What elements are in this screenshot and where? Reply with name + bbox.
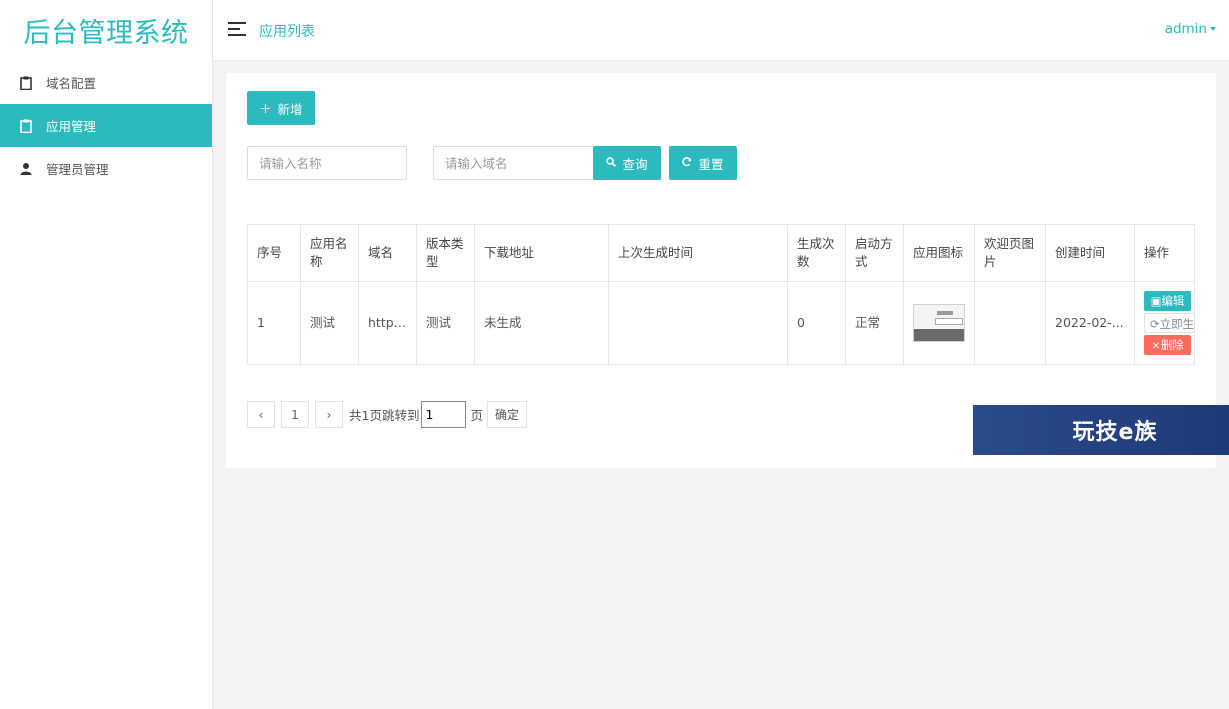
column-header: 应用名称 bbox=[300, 224, 359, 282]
column-header: 序号 bbox=[247, 224, 301, 282]
delete-button[interactable]: ×删除 bbox=[1144, 335, 1191, 355]
generate-button-label: 立即生 bbox=[1159, 317, 1195, 331]
column-header: 应用图标 bbox=[903, 224, 975, 282]
sidebar-item-label: 应用管理 bbox=[46, 119, 97, 134]
search-icon bbox=[606, 156, 617, 170]
cell-last-generated bbox=[608, 281, 788, 365]
reset-button[interactable]: 重置 bbox=[669, 146, 737, 180]
app-icon-thumbnail[interactable] bbox=[913, 304, 965, 342]
column-header: 操作 bbox=[1134, 224, 1195, 282]
caret-down-icon bbox=[1210, 27, 1216, 31]
cell-download: 未生成 bbox=[474, 281, 609, 365]
domain-search-input[interactable] bbox=[433, 146, 593, 180]
cell-welcome bbox=[974, 281, 1046, 365]
jump-confirm-button[interactable]: 确定 bbox=[486, 401, 527, 428]
watermark-logo: 玩技e族 bbox=[973, 405, 1229, 455]
cell-name: 测试 bbox=[300, 281, 359, 365]
name-search-input[interactable] bbox=[247, 146, 407, 180]
pagination-summary: 共1页跳转到 bbox=[349, 408, 420, 423]
close-icon: × bbox=[1151, 338, 1161, 352]
cell-app-icon bbox=[903, 281, 975, 365]
refresh-icon: ⟳ bbox=[1150, 317, 1160, 331]
sidebar-item-admin-management[interactable]: 管理员管理 bbox=[0, 147, 212, 190]
plus-icon: ＋ bbox=[259, 101, 272, 116]
column-header: 欢迎页图片 bbox=[974, 224, 1046, 282]
search-button[interactable]: 查询 bbox=[593, 146, 661, 180]
cell-domain: http:... bbox=[358, 281, 417, 365]
column-header: 启动方式 bbox=[845, 224, 904, 282]
user-menu[interactable]: admin bbox=[1165, 21, 1216, 37]
generate-now-button[interactable]: ⟳立即生 bbox=[1144, 313, 1195, 333]
column-header: 域名 bbox=[358, 224, 417, 282]
cell-index: 1 bbox=[247, 281, 301, 365]
column-header: 上次生成时间 bbox=[608, 224, 788, 282]
table-row: 1 测试 http:... 测试 未生成 0 正常 2022-02-... ▣编… bbox=[247, 281, 1195, 365]
app-table: 序号 应用名称 域名 版本类型 下载地址 上次生成时间 生成次数 启动方式 应用… bbox=[247, 224, 1195, 365]
table-header-row: 序号 应用名称 域名 版本类型 下载地址 上次生成时间 生成次数 启动方式 应用… bbox=[247, 224, 1195, 282]
next-page-button[interactable]: › bbox=[315, 401, 343, 428]
jump-page-input[interactable] bbox=[421, 401, 467, 428]
edit-icon: ▣ bbox=[1150, 294, 1162, 308]
cell-launch: 正常 bbox=[845, 281, 904, 365]
search-button-label: 查询 bbox=[622, 156, 648, 172]
cell-version: 测试 bbox=[416, 281, 475, 365]
breadcrumb: 应用列表 bbox=[259, 24, 315, 40]
page-suffix: 页 bbox=[470, 408, 483, 423]
add-button[interactable]: ＋ 新增 bbox=[247, 91, 315, 125]
page-number-button[interactable]: 1 bbox=[281, 401, 309, 428]
cell-gen-count: 0 bbox=[787, 281, 846, 365]
refresh-icon bbox=[682, 156, 692, 170]
edit-button-label: 编辑 bbox=[1161, 294, 1185, 308]
sidebar: 后台管理系统 域名配置 应用管理 管理员管理 bbox=[0, 0, 213, 709]
menu-toggle-icon[interactable] bbox=[228, 22, 246, 36]
cell-actions: ▣编辑 ⟳立即生 ×删除 bbox=[1134, 281, 1195, 365]
clipboard-icon bbox=[20, 119, 32, 133]
username: admin bbox=[1164, 21, 1207, 37]
chevron-left-icon: ‹ bbox=[258, 407, 264, 422]
chevron-right-icon: › bbox=[326, 407, 332, 422]
app-logo: 后台管理系统 bbox=[23, 18, 189, 49]
sidebar-item-label: 管理员管理 bbox=[46, 162, 109, 177]
edit-button[interactable]: ▣编辑 bbox=[1144, 291, 1191, 311]
sidebar-item-label: 域名配置 bbox=[46, 76, 97, 91]
top-header: 应用列表 admin bbox=[213, 0, 1229, 61]
pagination: ‹ 1 › 共1页跳转到 页 确定 bbox=[247, 401, 527, 428]
cell-created: 2022-02-... bbox=[1045, 281, 1135, 365]
sidebar-item-app-management[interactable]: 应用管理 bbox=[0, 104, 212, 147]
clipboard-icon bbox=[20, 76, 32, 90]
prev-page-button[interactable]: ‹ bbox=[247, 401, 275, 428]
column-header: 创建时间 bbox=[1045, 224, 1135, 282]
add-button-label: 新增 bbox=[277, 101, 303, 117]
delete-button-label: 删除 bbox=[1160, 338, 1184, 352]
column-header: 版本类型 bbox=[416, 224, 475, 282]
reset-button-label: 重置 bbox=[698, 156, 724, 172]
column-header: 生成次数 bbox=[787, 224, 846, 282]
column-header: 下载地址 bbox=[474, 224, 609, 282]
user-icon bbox=[20, 162, 32, 176]
sidebar-item-domain-config[interactable]: 域名配置 bbox=[0, 61, 212, 104]
